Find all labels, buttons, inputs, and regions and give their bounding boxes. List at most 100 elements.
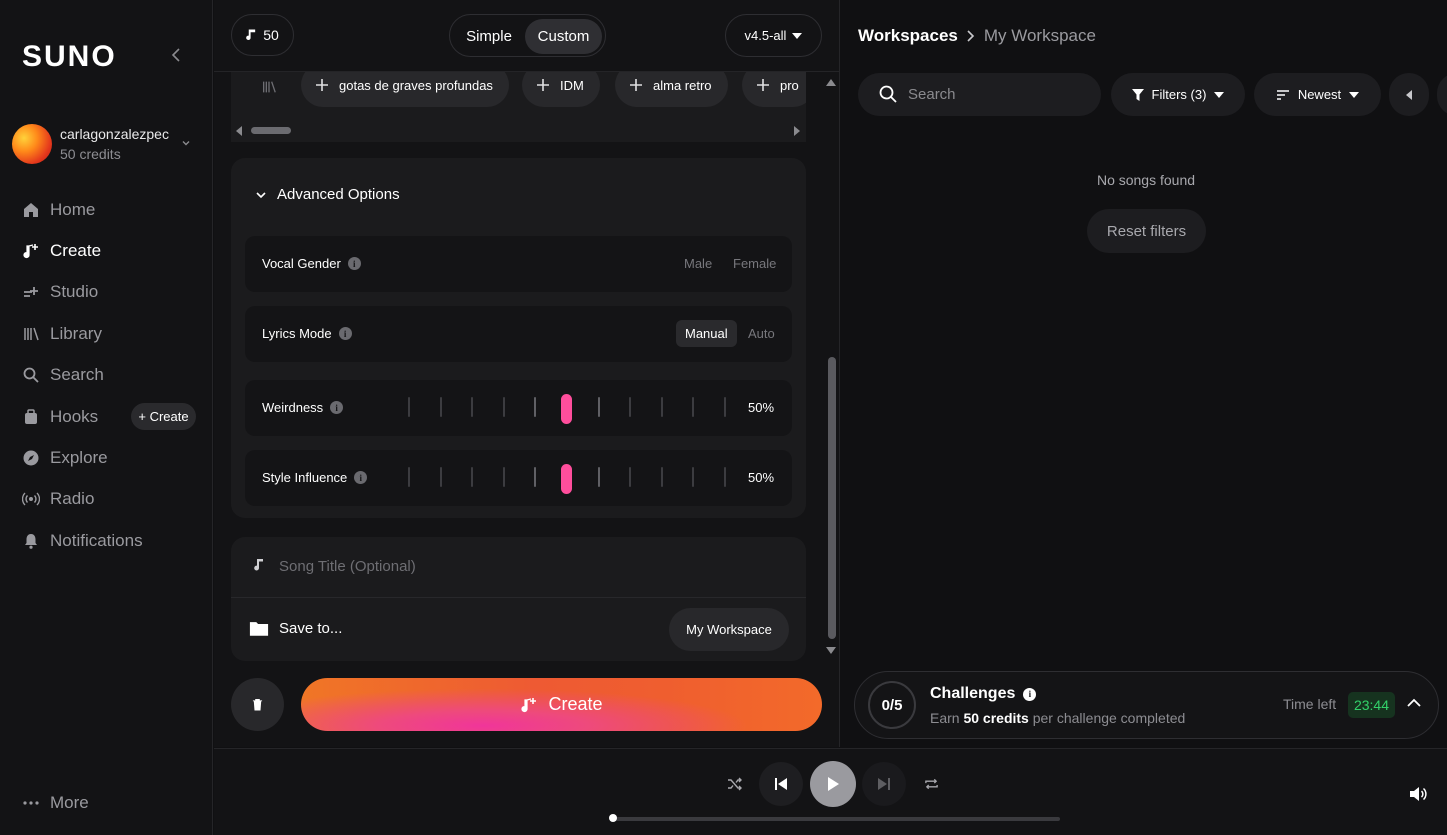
- challenges-subtitle: Earn 50 credits per challenge completed: [930, 710, 1186, 726]
- info-icon[interactable]: i: [1023, 687, 1037, 701]
- slider-tick: [502, 467, 505, 487]
- style-influence-slider[interactable]: [408, 464, 726, 494]
- slider-tick: [660, 397, 663, 417]
- song-title-field[interactable]: Song Title (Optional): [231, 537, 806, 598]
- horizontal-scrollbar[interactable]: [251, 127, 291, 134]
- prev-page-button[interactable]: [1389, 73, 1429, 116]
- breadcrumb: Workspaces My Workspace: [858, 26, 1096, 46]
- filter-icon: [1131, 88, 1144, 101]
- advanced-options-toggle[interactable]: Advanced Options: [255, 186, 400, 203]
- advanced-options-card: Advanced Options Vocal Gender i Male Fema…: [231, 158, 806, 518]
- style-tag-chip[interactable]: alma retro: [615, 72, 728, 107]
- nav-notifications[interactable]: Notifications: [22, 526, 202, 556]
- style-influence-label: Style Influence: [262, 470, 348, 485]
- caret-down-icon: [792, 32, 803, 39]
- volume-button[interactable]: [1408, 784, 1428, 804]
- style-tag-chip[interactable]: pro: [742, 72, 806, 107]
- style-influence-row: Style Influence i 50%: [245, 450, 792, 506]
- credits-count: 50 credits: [60, 146, 121, 162]
- library-icon[interactable]: [261, 79, 279, 97]
- slider-tick: [471, 467, 474, 487]
- info-icon[interactable]: i: [347, 257, 361, 270]
- nav-hooks[interactable]: Hooks: [22, 402, 122, 432]
- slider-tick: [534, 397, 537, 417]
- progress-track[interactable]: [610, 817, 1060, 821]
- play-button[interactable]: [810, 761, 856, 807]
- next-page-button[interactable]: [1437, 73, 1447, 116]
- nav-label: Search: [50, 365, 104, 384]
- model-select[interactable]: v4.5-all: [725, 14, 822, 57]
- slider-tick: [439, 397, 442, 417]
- shuffle-icon: [727, 777, 743, 791]
- shuffle-button[interactable]: [723, 772, 747, 796]
- filters-button[interactable]: Filters (3): [1111, 73, 1245, 116]
- slider-tick: [597, 467, 600, 487]
- challenge-timer: 23:44: [1348, 692, 1395, 718]
- weirdness-slider[interactable]: [408, 394, 726, 424]
- weirdness-row: Weirdness i 50%: [245, 380, 792, 436]
- tab-simple[interactable]: Simple: [454, 19, 524, 54]
- slider-knob[interactable]: [561, 394, 572, 424]
- credits-pill[interactable]: 50: [231, 14, 294, 56]
- nav-studio[interactable]: Studio: [22, 277, 202, 307]
- breadcrumb-workspaces[interactable]: Workspaces: [858, 26, 958, 46]
- lyrics-mode-manual[interactable]: Manual: [676, 320, 737, 347]
- collapse-sidebar-icon[interactable]: [168, 46, 186, 64]
- volume-icon: [1409, 786, 1427, 802]
- save-workspace-button[interactable]: My Workspace: [669, 608, 789, 651]
- repeat-button[interactable]: [919, 772, 943, 796]
- explore-icon: [22, 449, 40, 467]
- style-tag-chip[interactable]: gotas de graves profundas: [301, 72, 509, 107]
- scroll-down-icon[interactable]: [826, 647, 836, 655]
- weirdness-value: 50%: [748, 400, 775, 415]
- sort-button[interactable]: Newest: [1254, 73, 1381, 116]
- reset-filters-button[interactable]: Reset filters: [1087, 209, 1206, 253]
- info-icon[interactable]: i: [338, 327, 352, 340]
- tab-custom[interactable]: Custom: [525, 19, 602, 54]
- nav-search[interactable]: Search: [22, 360, 202, 390]
- info-icon[interactable]: i: [354, 471, 368, 484]
- repeat-icon: [924, 777, 939, 791]
- music-note-icon: [253, 557, 269, 575]
- chevron-down-icon: [180, 137, 192, 149]
- chevron-up-icon[interactable]: [1407, 698, 1421, 708]
- info-icon[interactable]: i: [330, 401, 344, 414]
- nav-radio[interactable]: Radio: [22, 484, 202, 514]
- nav-home[interactable]: Home: [22, 195, 202, 225]
- credits-value: 50: [263, 27, 279, 43]
- challenges-progress: 0/5: [868, 681, 916, 729]
- more-label: More: [50, 793, 89, 812]
- nav-explore[interactable]: Explore: [22, 443, 202, 473]
- search-input[interactable]: [908, 73, 1088, 116]
- create-button[interactable]: Create: [301, 678, 822, 731]
- user-menu[interactable]: carlagonzalezpec 50 credits: [12, 123, 202, 167]
- progress-handle[interactable]: [609, 814, 617, 822]
- nav-label: Studio: [50, 282, 99, 301]
- lyrics-mode-auto[interactable]: Auto: [748, 326, 775, 341]
- vocal-gender-label: Vocal Gender: [262, 256, 341, 271]
- next-button[interactable]: [862, 762, 906, 806]
- plus-icon: [536, 78, 550, 92]
- nav-library[interactable]: Library: [22, 319, 202, 349]
- challenges-bar[interactable]: 0/5 Challenges i Earn 50 credits per cha…: [854, 671, 1439, 739]
- home-icon: [22, 201, 40, 219]
- nav-create[interactable]: Create: [22, 236, 202, 266]
- scroll-up-icon[interactable]: [826, 78, 836, 86]
- style-tag-chip[interactable]: IDM: [522, 72, 600, 107]
- style-influence-value: 50%: [748, 470, 775, 485]
- scroll-right-icon[interactable]: [793, 126, 801, 136]
- hooks-create-button[interactable]: + Create: [131, 403, 196, 430]
- hooks-icon: [22, 408, 40, 426]
- suno-logo[interactable]: SUNO: [22, 40, 117, 74]
- sort-label: Newest: [1297, 87, 1342, 102]
- more-menu[interactable]: More: [22, 788, 202, 818]
- previous-button[interactable]: [759, 762, 803, 806]
- vertical-scrollbar[interactable]: [828, 357, 836, 639]
- nav-label: Notifications: [50, 531, 143, 550]
- chevron-right-icon: [966, 30, 976, 42]
- slider-knob[interactable]: [561, 464, 572, 494]
- clear-button[interactable]: [231, 678, 284, 731]
- vocal-gender-male[interactable]: Male: [684, 256, 712, 271]
- vocal-gender-female[interactable]: Female: [733, 256, 776, 271]
- scroll-left-icon[interactable]: [235, 126, 243, 136]
